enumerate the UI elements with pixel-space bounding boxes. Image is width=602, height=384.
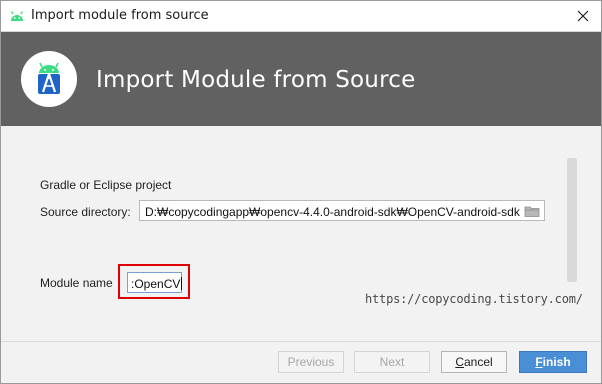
project-type-label: Gradle or Eclipse project bbox=[40, 178, 172, 192]
next-button[interactable]: Next bbox=[354, 351, 430, 373]
close-icon[interactable] bbox=[571, 4, 595, 28]
module-name-text: :OpenCV bbox=[131, 277, 181, 291]
source-directory-field[interactable]: D:₩copycodingapp₩opencv-4.4.0-android-sd… bbox=[139, 200, 545, 221]
text-caret bbox=[181, 277, 183, 290]
finish-mnemonic: F bbox=[535, 355, 543, 369]
source-directory-value: D:₩copycodingapp₩opencv-4.4.0-android-sd… bbox=[145, 205, 520, 219]
previous-button[interactable]: Previous bbox=[278, 351, 344, 373]
cancel-mnemonic: C bbox=[455, 355, 464, 369]
page-title: Import Module from Source bbox=[96, 67, 416, 93]
button-bar: Previous Next Cancel Finish bbox=[1, 341, 601, 383]
module-name-value: :OpenCV bbox=[131, 277, 183, 291]
watermark-url: https://copycoding.tistory.com/ bbox=[365, 292, 583, 306]
folder-icon[interactable] bbox=[524, 204, 540, 218]
cancel-label-rest: ancel bbox=[463, 355, 493, 369]
finish-label-rest: inish bbox=[542, 355, 571, 369]
wizard-header: Import Module from Source bbox=[1, 32, 601, 126]
module-name-label: Module name bbox=[40, 276, 113, 290]
finish-button[interactable]: Finish bbox=[519, 351, 587, 373]
vertical-scrollbar[interactable] bbox=[567, 158, 577, 282]
cancel-button[interactable]: Cancel bbox=[441, 351, 507, 373]
title-bar: Import module from source bbox=[1, 1, 601, 32]
window-title: Import module from source bbox=[31, 8, 209, 23]
form-panel: Gradle or Eclipse project Source directo… bbox=[1, 126, 601, 341]
source-directory-label: Source directory: bbox=[40, 205, 131, 219]
dialog-window: Import module from source Import Module … bbox=[0, 0, 602, 384]
android-studio-icon bbox=[21, 51, 77, 107]
android-icon bbox=[9, 9, 25, 23]
module-name-field[interactable]: :OpenCV bbox=[127, 272, 183, 293]
